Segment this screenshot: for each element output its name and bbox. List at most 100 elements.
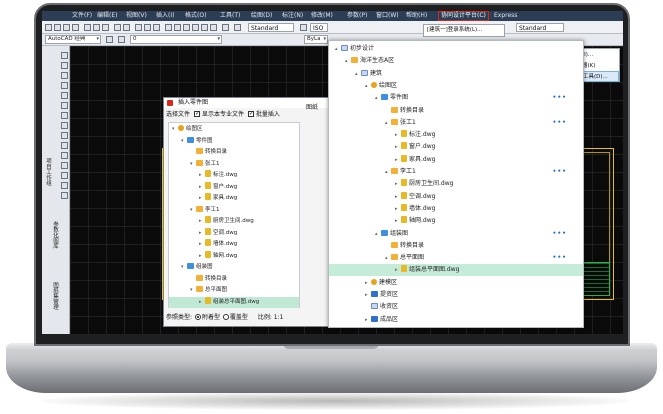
tool-palette-icon[interactable] [183,24,190,31]
project-tree-row[interactable]: ▴ 绘图区 [329,80,583,92]
expand-arrow-icon[interactable]: ▴ [365,80,371,92]
project-tree-row[interactable]: 转换目录 [329,240,583,252]
project-tree-row[interactable]: ▸ 墙体.dwg [329,203,583,215]
menu-item-13[interactable]: Express [494,11,517,21]
menu-item-4[interactable]: 格式(O) [185,11,206,21]
expand-arrow-icon[interactable]: ▾ [172,124,178,135]
undo-icon[interactable] [114,24,121,31]
menu-item-8[interactable]: 修改(M) [311,11,333,21]
more-options-icon[interactable]: ••• [552,228,567,240]
menu-item-12[interactable]: 协同设计平台(C) [438,11,489,21]
rectangle-icon[interactable] [61,82,68,89]
attach-radio[interactable] [194,314,201,320]
menu-item-7[interactable]: 标注(N) [282,11,303,21]
spline-icon[interactable] [61,112,68,119]
text-style-icon[interactable] [234,24,241,31]
batch-insert-checkbox[interactable] [247,109,254,119]
polyline-icon[interactable] [61,62,68,69]
region-icon[interactable] [61,172,68,179]
zoom-window-icon[interactable] [153,24,160,31]
line-icon[interactable] [61,52,68,59]
dialog-tree-row[interactable]: ▾ 组装图 [169,262,299,273]
calculator-icon[interactable] [210,24,217,31]
overlay-radio[interactable] [222,314,229,320]
dim-style-icon[interactable] [300,24,307,31]
text-style-dropdown[interactable]: Standard [248,23,294,32]
new-icon[interactable] [45,24,52,31]
project-tree-row[interactable]: ▴ 李工1 ••• [329,166,583,178]
menu-item-3[interactable]: 插入(I) [156,11,174,21]
workspace-settings-icon[interactable] [106,36,113,43]
project-tree-row[interactable]: ▸ 轴网.dwg [329,215,583,227]
redo-icon[interactable] [123,24,130,31]
palette-tab-sheets[interactable]: 图纸集管理 [51,282,59,310]
dialog-tree-row[interactable]: ▾ 总平面图 [169,285,299,296]
dim-style-dropdown[interactable]: ISO [310,23,328,32]
more-options-icon[interactable]: ••• [552,117,567,129]
project-tree-row[interactable]: ▴ 组装图 ••• [329,228,583,240]
dialog-tree-row[interactable]: ▸ 墙体.dwg [169,239,299,250]
menu-item-11[interactable]: 帮助(H) [406,11,427,21]
dialog-tree-row[interactable]: ▾ 张工1 [169,159,299,170]
hatch-icon[interactable] [61,152,68,159]
project-tree-row[interactable]: ▸ 提资区 [329,289,583,301]
platform-menu-item-login[interactable]: [建筑一]登录系统(L)... [423,24,505,37]
properties-icon[interactable] [165,24,172,31]
color-dropdown[interactable]: ByLa [304,35,328,44]
copy-icon[interactable] [93,24,100,31]
select-file-button[interactable]: 选择文件 [166,111,190,118]
menu-item-9[interactable]: 参数(P) [347,11,367,21]
menu-item-2[interactable]: 视图(V) [126,11,147,21]
project-tree-row[interactable]: ▴ 建筑 [329,68,583,80]
menu-item-1[interactable]: 编辑(E) [97,11,117,21]
more-options-icon[interactable]: ••• [552,92,567,104]
dialog-tree-row[interactable]: ▸ 组装总平面图.dwg [169,296,299,308]
project-tree-row[interactable]: 收资区 [329,301,583,313]
table-icon[interactable] [61,182,68,189]
project-tree-row[interactable]: ▴ 初步设计 [329,43,583,55]
dialog-tree-row[interactable]: ▾ 李工1 [169,205,299,216]
circle-icon[interactable] [61,102,68,109]
menu-item-6[interactable]: 绘图(D) [251,11,272,21]
scale-value[interactable]: 1:1 [274,314,284,321]
dialog-tree-row[interactable]: ▸ 空调.dwg [169,227,299,239]
paste-icon[interactable] [102,24,109,31]
design-center-icon[interactable] [174,24,181,31]
point-icon[interactable] [61,142,68,149]
markup-icon[interactable] [201,24,208,31]
sheet-set-icon[interactable] [192,24,199,31]
polygon-icon[interactable] [61,72,68,79]
project-tree-row[interactable]: ▸ 窗户.dwg [329,141,583,153]
project-tree-row[interactable]: ▸ 标注.dwg [329,129,583,141]
project-tree-row[interactable]: ▴ 张工1 ••• [329,117,583,129]
menu-item-0[interactable]: 文件(F) [72,11,92,21]
more-options-icon[interactable]: ••• [552,166,567,178]
pan-icon[interactable] [135,24,142,31]
cut-icon[interactable] [84,24,91,31]
palette-tab-library[interactable]: 参数化图库 [51,221,59,249]
table-style-dropdown[interactable]: Standard [516,23,564,32]
project-tree-row[interactable]: ▴ 海洋生态A区 [329,55,583,67]
dialog-tree-row[interactable]: ▸ 家具.dwg [169,193,299,204]
zoom-icon[interactable] [144,24,151,31]
dialog-tree-row[interactable]: ▾ 零件图 [169,136,299,147]
project-tree-row[interactable]: ▴ 零件图 ••• [329,92,583,104]
menu-item-10[interactable]: 窗口(W) [376,11,399,21]
print-icon[interactable] [72,24,79,31]
arc-icon[interactable] [61,92,68,99]
project-tree-row[interactable]: ▴ 总平面图 ••• [329,252,583,264]
mtext-icon[interactable] [61,192,68,199]
ellipse-icon[interactable] [61,122,68,129]
dialog-tree-row[interactable]: ▸ 窗户.dwg [169,181,299,193]
project-tree-row[interactable]: 转换目录 [329,105,583,117]
project-tree-row[interactable]: ▸ 厨房卫生间.dwg [329,178,583,190]
palette-tab-project[interactable]: 项目工作组 [44,158,52,186]
save-icon[interactable] [63,24,70,31]
dialog-tree-row[interactable]: ▾ 绘图区 [169,124,299,135]
gradient-icon[interactable] [61,162,68,169]
project-tree-row[interactable]: ▸ 成品区 [329,314,583,326]
project-tree-row[interactable]: ▸ 家具.dwg [329,154,583,166]
dialog-tree-row[interactable]: ▸ 厨房卫生间.dwg [169,216,299,227]
layer-manager-icon[interactable] [118,36,125,43]
project-tree-row[interactable]: ▸ 组装总平面图.dwg [329,264,583,277]
